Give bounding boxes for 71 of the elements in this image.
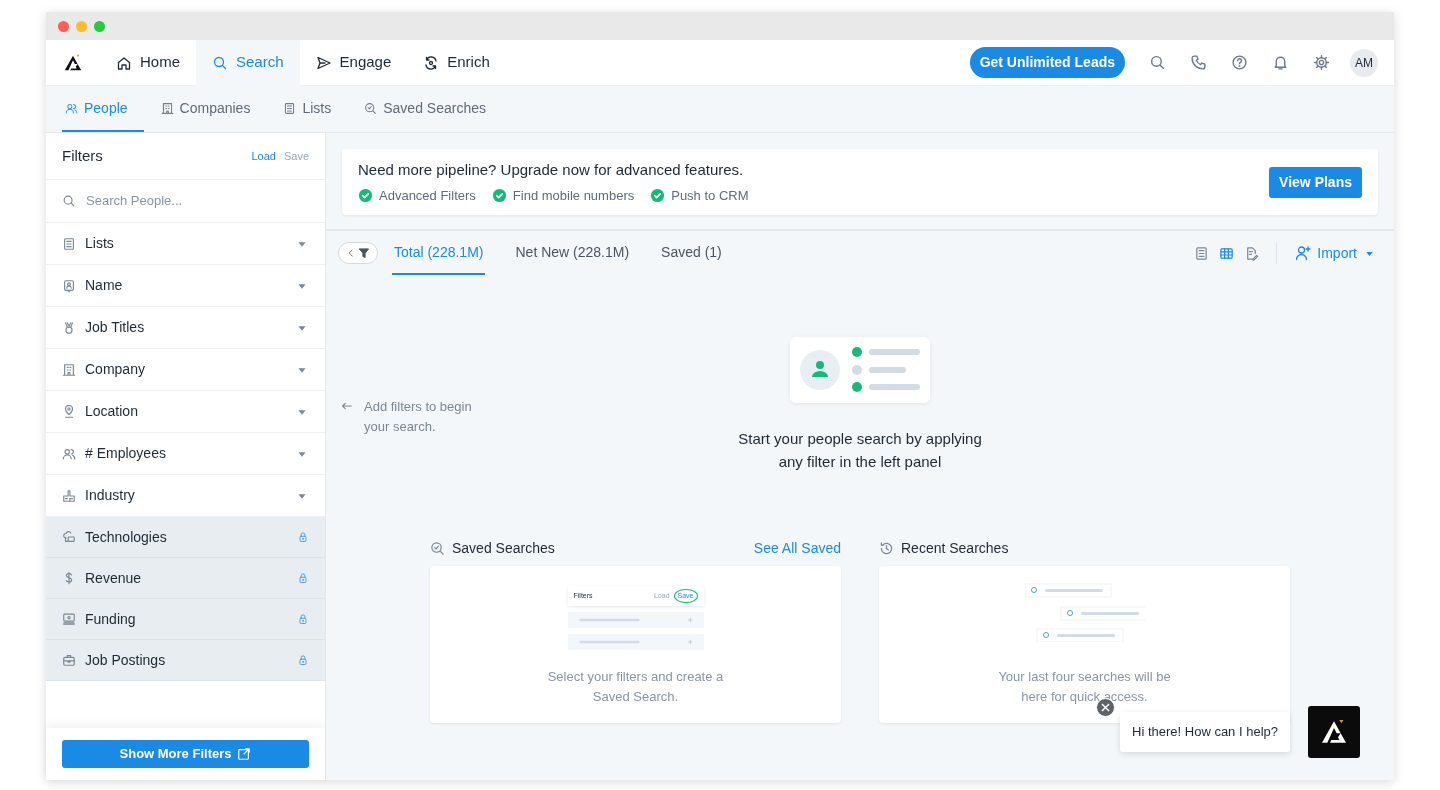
feature-text: Push to CRM [671, 186, 749, 205]
cloud-devices-icon [62, 530, 76, 544]
people-icon [62, 446, 76, 461]
filter-item[interactable]: Company [46, 349, 325, 391]
card-text: Select your filters and create a Saved Search. [546, 668, 725, 706]
check-circle-icon [358, 187, 373, 203]
upgrade-button[interactable]: Get Unlimited Leads [969, 47, 1125, 78]
id-badge-icon [62, 278, 76, 293]
history-icon [879, 540, 894, 556]
building-icon [160, 101, 174, 115]
chevron-left-icon [346, 248, 356, 258]
filter-item[interactable]: # Employees [46, 433, 325, 475]
search-icon [212, 54, 228, 71]
phone-icon[interactable] [1190, 54, 1207, 71]
add-user-icon [1295, 245, 1312, 261]
paper-plane-icon [315, 54, 332, 71]
results-tab[interactable]: Net New (228.1M) [513, 231, 632, 275]
show-more-filters-button[interactable]: Show More Filters [62, 740, 309, 768]
section-title: Saved Searches [452, 538, 555, 558]
feature-text: Advanced Filters [379, 186, 476, 205]
check-circle-icon [491, 187, 507, 203]
document-edit-icon [1244, 245, 1260, 261]
medal-icon [62, 320, 76, 335]
bell-icon[interactable] [1272, 54, 1289, 71]
list-icon [62, 236, 76, 251]
panel-title: Filters [62, 145, 103, 166]
money-screen-icon [62, 612, 76, 626]
filter-item[interactable]: Name [46, 265, 325, 307]
banner-title: Need more pipeline? Upgrade now for advanced features. [358, 160, 745, 180]
list-view-icon [1194, 245, 1210, 261]
filter-toggle-button[interactable] [338, 242, 378, 264]
search-check-icon [364, 101, 378, 115]
filter-item[interactable]: Job Postings [46, 640, 325, 681]
filter-item[interactable]: Location [46, 391, 325, 433]
search-icon[interactable] [1149, 54, 1166, 71]
section-title: Recent Searches [901, 538, 1009, 558]
sub-tab[interactable]: Lists [280, 86, 348, 132]
feature-text: Find mobile numbers [512, 186, 635, 205]
briefcase-icon [62, 653, 76, 667]
close-icon [1101, 703, 1111, 713]
load-link[interactable]: Load [251, 147, 276, 165]
avatar[interactable]: AM [1350, 48, 1378, 77]
nav-tab[interactable]: Enrich [407, 39, 506, 86]
filter-item[interactable]: Lists [46, 223, 325, 265]
filter-item[interactable]: Technologies [46, 517, 325, 558]
chat-launcher[interactable] [1308, 706, 1360, 758]
external-link-icon [237, 747, 252, 761]
nav-tab[interactable]: Engage [299, 39, 408, 86]
sub-tab[interactable]: Saved Searches [361, 86, 502, 132]
search-check-icon [430, 540, 445, 556]
sub-tab[interactable]: Companies [157, 86, 267, 132]
list-icon [283, 101, 297, 115]
filter-item[interactable]: Revenue [46, 558, 325, 599]
check-circle-icon [650, 187, 666, 203]
building-icon [62, 362, 76, 377]
location-pin-icon [62, 404, 76, 419]
people-icon [65, 101, 78, 115]
window-control[interactable] [58, 20, 69, 32]
settings-icon[interactable] [1313, 54, 1330, 71]
search-icon [62, 194, 76, 208]
results-tab[interactable]: Saved (1) [659, 231, 724, 275]
filter-item[interactable]: Funding [46, 599, 325, 640]
filter-item[interactable]: Industry [46, 475, 325, 517]
nav-tab[interactable]: Home [100, 39, 196, 86]
filter-icon [358, 247, 370, 259]
help-icon[interactable] [1231, 54, 1248, 71]
table-icon [1219, 245, 1235, 261]
empty-state-message: Start your people search by applying any filter in the left panel [737, 429, 983, 472]
hint-text: Add filters to begin your search. [364, 398, 473, 436]
filter-item[interactable]: Job Titles [46, 307, 325, 349]
view-plans-button[interactable]: View Plans [1269, 166, 1362, 198]
